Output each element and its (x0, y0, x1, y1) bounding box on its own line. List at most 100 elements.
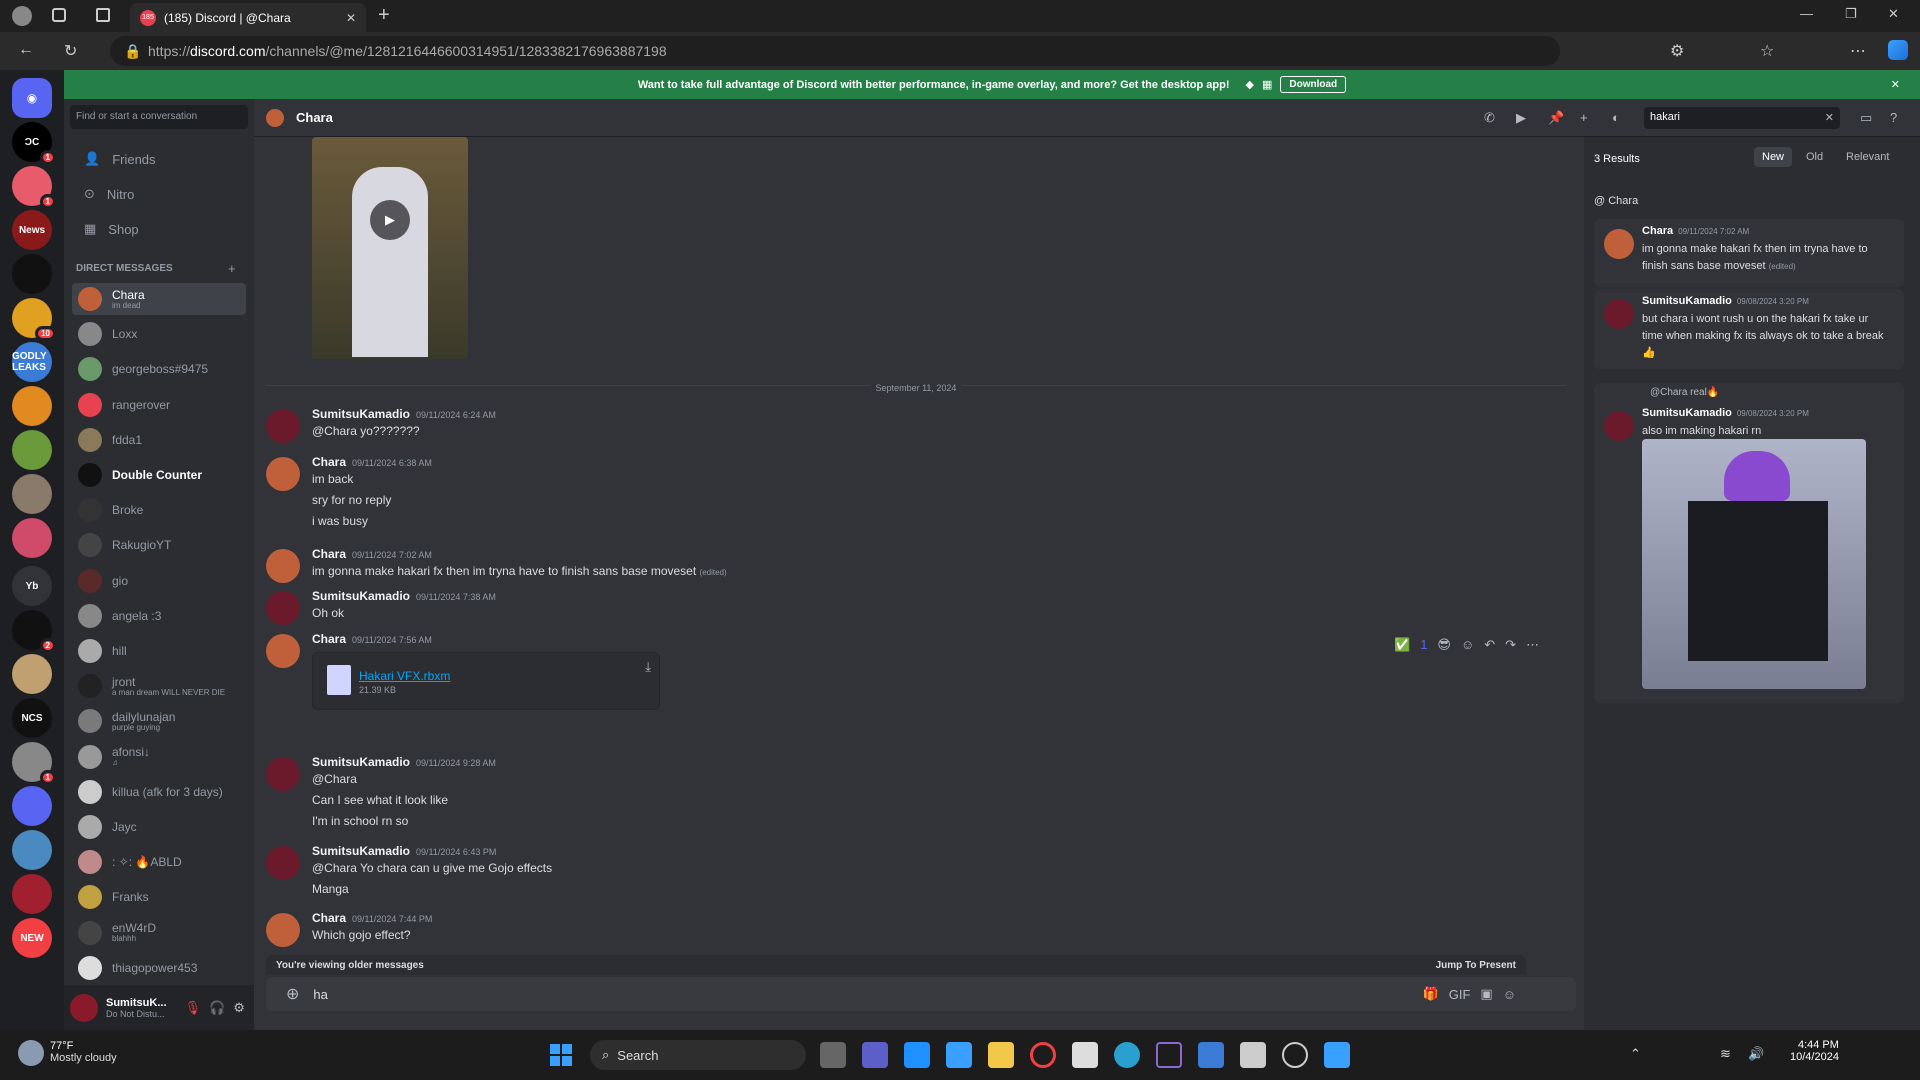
mute-icon[interactable]: 🎙 (185, 1000, 202, 1016)
close-banner-icon[interactable]: ✕ (1891, 78, 1900, 91)
forward-icon[interactable]: ↷ (1505, 637, 1516, 653)
taskbar-search[interactable]: ⌕ Search (590, 1040, 806, 1070)
avatar[interactable] (70, 993, 98, 1022)
file-attachment[interactable]: Hakari VFX.rbxm 21.39 KB ⤓ (312, 652, 660, 710)
roblox-character-image[interactable] (1642, 439, 1866, 689)
teams-icon[interactable] (862, 1042, 888, 1068)
roblox-studio-icon[interactable] (1240, 1042, 1266, 1068)
search-result[interactable]: @Chara real🔥 SumitsuKamadio 09/08/2024 3:2… (1594, 383, 1904, 703)
new-tab-icon[interactable]: + (378, 4, 390, 27)
explorer-icon[interactable] (988, 1042, 1014, 1068)
profile-icon[interactable]: ◐ (1612, 110, 1620, 125)
dm-item[interactable]: hill (72, 635, 246, 667)
search-result[interactable]: SumitsuKamadio 09/08/2024 3:20 PM but char… (1594, 289, 1904, 369)
download-button[interactable]: Download (1280, 76, 1347, 93)
clock[interactable]: 4:44 PM 10/4/2024 (1790, 1039, 1839, 1063)
server-icon[interactable]: 10 (12, 298, 56, 341)
inbox-icon[interactable]: ▭ (1860, 110, 1872, 126)
server-icon[interactable]: Yb (12, 566, 52, 606)
sort-old[interactable]: Old (1806, 151, 1823, 163)
dm-item[interactable]: fdda1 (72, 424, 246, 456)
server-icon[interactable] (12, 518, 52, 558)
server-icon[interactable]: News (12, 210, 52, 250)
gift-icon[interactable]: 🎁 (1423, 986, 1439, 1002)
dm-item[interactable]: Double Counter (72, 459, 246, 491)
discord-home-icon[interactable]: ◉ (12, 78, 52, 118)
url-field[interactable]: 🔒 https://discord.com/channels/@me/12812… (110, 36, 1560, 66)
dm-item[interactable]: dailylunajan purple guying (72, 705, 246, 737)
message-author[interactable]: SumitsuKamadio 09/11/2024 7:38 AM (312, 589, 496, 603)
server-icon[interactable]: 1 (12, 166, 56, 209)
one-reaction-icon[interactable]: 1 (1420, 637, 1427, 653)
message-author[interactable]: Chara 09/11/2024 7:02 AM (312, 547, 432, 561)
tray-arrow-icon[interactable]: ⌃ (1630, 1046, 1641, 1062)
dm-item[interactable]: gio (72, 565, 246, 597)
edge-icon[interactable] (1114, 1042, 1140, 1068)
back-icon[interactable]: ← (18, 41, 34, 59)
app-icon[interactable] (1282, 1042, 1308, 1068)
headphones-icon[interactable]: 🎧 (209, 1000, 225, 1016)
server-icon[interactable]: 1 (12, 742, 56, 785)
nav-shop[interactable]: ▦ Shop (72, 213, 246, 245)
dm-item[interactable]: : ✧: 🔥ABLD (72, 846, 246, 878)
gif-icon[interactable]: GIF (1449, 987, 1471, 1002)
avatar[interactable] (266, 634, 300, 668)
dm-item[interactable]: georgeboss#9475 (72, 353, 246, 385)
minimize-icon[interactable]: — (1800, 6, 1813, 21)
message-author[interactable]: Chara 09/11/2024 6:38 AM (312, 455, 432, 469)
pin-icon[interactable]: 📌 (1548, 110, 1564, 126)
message-author[interactable]: Chara 09/11/2024 7:56 AM (312, 632, 432, 646)
voice-call-icon[interactable]: ✆ (1484, 110, 1495, 126)
server-icon[interactable]: ϽC 1 (12, 122, 56, 165)
clear-search-icon[interactable]: ✕ (1825, 111, 1834, 124)
nav-nitro[interactable]: ⊙ Nitro (72, 178, 246, 210)
copilot-icon[interactable] (1888, 40, 1908, 60)
profile-icon[interactable] (12, 6, 32, 26)
favorites-icon[interactable]: ☆ (1760, 41, 1774, 61)
restore-icon[interactable]: ❐ (1845, 6, 1857, 22)
more-icon[interactable]: ⋯ (1526, 637, 1539, 653)
conversation-search-input[interactable]: Find or start a conversation (70, 105, 248, 129)
close-tab-icon[interactable]: ✕ (346, 11, 356, 25)
message-input[interactable]: ⊕ ha 🎁 GIF ▣ ☺ (266, 977, 1576, 1011)
workspaces-icon[interactable] (52, 8, 66, 22)
search-input[interactable]: hakari ✕ (1644, 107, 1840, 129)
more-icon[interactable]: ⋯ (1850, 41, 1866, 61)
store-icon[interactable] (946, 1042, 972, 1068)
download-icon[interactable]: ⤓ (645, 659, 651, 675)
search-result[interactable]: Chara 09/11/2024 7:02 AM im gonna make hak… (1594, 219, 1904, 287)
app-icon[interactable] (1324, 1042, 1350, 1068)
tab-discord[interactable]: 185 (185) Discord | @Chara ✕ (130, 3, 366, 32)
add-attachment-icon[interactable]: ⊕ (286, 984, 299, 1004)
dm-item[interactable]: Chara im dead (72, 283, 246, 315)
message-author[interactable]: SumitsuKamadio 09/11/2024 9:28 AM (312, 755, 496, 769)
avatar[interactable] (266, 549, 300, 583)
avatar[interactable] (266, 846, 300, 880)
nav-friends[interactable]: 👤 Friends (72, 143, 246, 175)
file-name[interactable]: Hakari VFX.rbxm (359, 669, 450, 683)
dm-item[interactable]: Franks (72, 881, 246, 913)
server-icon[interactable]: NCS (12, 698, 52, 738)
dm-item[interactable]: RakugioYT (72, 529, 246, 561)
dm-item[interactable]: Broke (72, 494, 246, 526)
avatar[interactable] (266, 591, 300, 625)
weather-widget[interactable]: 77°F Mostly cloudy (50, 1040, 117, 1064)
server-icon[interactable] (12, 254, 52, 294)
sort-new[interactable]: New (1754, 147, 1793, 167)
add-reaction-icon[interactable]: ☺ (1461, 637, 1474, 653)
close-window-icon[interactable]: ✕ (1888, 6, 1899, 22)
volume-icon[interactable]: 🔊 (1748, 1046, 1764, 1062)
wifi-icon[interactable]: ≋ (1720, 1046, 1731, 1062)
server-icon[interactable] (12, 654, 52, 694)
reply-icon[interactable]: ↶ (1484, 637, 1495, 653)
dm-item[interactable]: Jayc (72, 811, 246, 843)
dm-item[interactable]: angela :3 (72, 600, 246, 632)
avatar[interactable] (266, 457, 300, 491)
create-dm-button[interactable]: + (228, 261, 236, 276)
settings-icon[interactable]: ⚙ (233, 1000, 245, 1016)
message-author[interactable]: SumitsuKamadio 09/11/2024 6:43 PM (312, 844, 496, 858)
cool-reaction-icon[interactable]: 😎 (1437, 637, 1451, 653)
app-icon[interactable] (1156, 1042, 1182, 1068)
check-reaction-icon[interactable]: ✅ (1394, 637, 1410, 653)
start-icon[interactable] (550, 1044, 572, 1066)
